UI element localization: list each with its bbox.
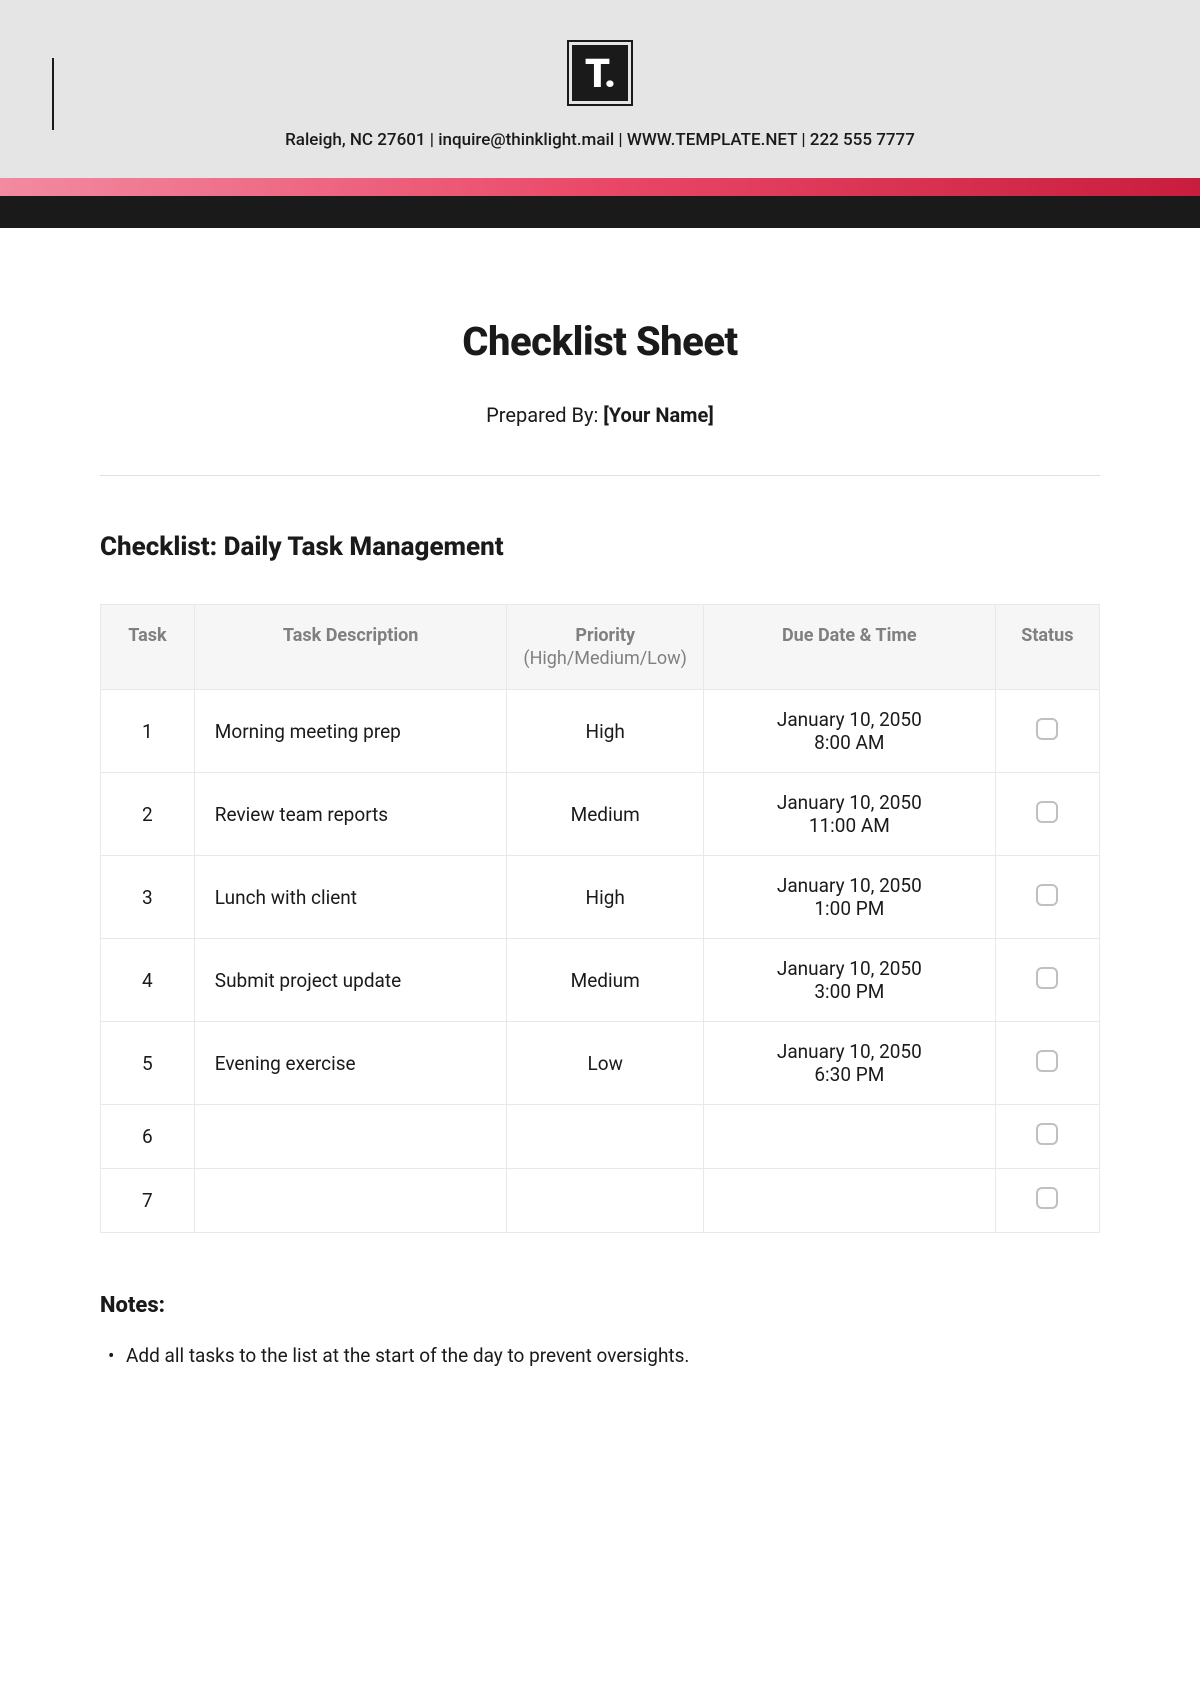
cell-task-num: 1 <box>101 690 195 773</box>
logo-wrap: T. <box>0 40 1200 106</box>
due-time: 8:00 AM <box>814 731 884 754</box>
cell-priority <box>507 1169 703 1233</box>
logo-text: T. <box>572 45 628 101</box>
contact-line: Raleigh, NC 27601 | inquire@thinklight.m… <box>0 130 1200 150</box>
decorative-side-bar <box>52 58 54 130</box>
cell-status <box>995 939 1099 1022</box>
due-time: 1:00 PM <box>814 897 884 920</box>
content: Checklist Sheet Prepared By: [Your Name]… <box>0 228 1200 1431</box>
due-date: January 10, 2050 <box>777 791 922 814</box>
col-header-task: Task <box>101 605 195 690</box>
cell-description <box>194 1105 507 1169</box>
checkbox-icon[interactable] <box>1036 967 1058 989</box>
table-row: 6 <box>101 1105 1100 1169</box>
col-header-due: Due Date & Time <box>703 605 995 690</box>
table-row: 2 Review team reports Medium January 10,… <box>101 773 1100 856</box>
cell-priority: Medium <box>507 773 703 856</box>
cell-due <box>703 1169 995 1233</box>
note-item: Add all tasks to the list at the start o… <box>108 1342 1100 1371</box>
cell-priority: High <box>507 856 703 939</box>
cell-description: Evening exercise <box>194 1022 507 1105</box>
col-header-status: Status <box>995 605 1099 690</box>
due-time: 11:00 AM <box>809 814 890 837</box>
priority-label: Priority <box>575 625 635 646</box>
notes-section: Notes: Add all tasks to the list at the … <box>100 1293 1100 1371</box>
cell-due: January 10, 20506:30 PM <box>703 1022 995 1105</box>
cell-status <box>995 856 1099 939</box>
checkbox-icon[interactable] <box>1036 1123 1058 1145</box>
cell-due: January 10, 20508:00 AM <box>703 690 995 773</box>
due-date: January 10, 2050 <box>777 1040 922 1063</box>
cell-status <box>995 1022 1099 1105</box>
cell-task-num: 6 <box>101 1105 195 1169</box>
due-date: January 10, 2050 <box>777 708 922 731</box>
prepared-by: Prepared By: [Your Name] <box>100 403 1100 427</box>
cell-priority: High <box>507 690 703 773</box>
cell-priority: Low <box>507 1022 703 1105</box>
page-title: Checklist Sheet <box>100 318 1100 365</box>
due-date: January 10, 2050 <box>777 874 922 897</box>
cell-description: Morning meeting prep <box>194 690 507 773</box>
checkbox-icon[interactable] <box>1036 1187 1058 1209</box>
accent-strip-black <box>0 196 1200 228</box>
accent-strip-pink <box>0 178 1200 196</box>
col-header-description: Task Description <box>194 605 507 690</box>
cell-description: Lunch with client <box>194 856 507 939</box>
divider <box>100 475 1100 476</box>
cell-description <box>194 1169 507 1233</box>
cell-task-num: 4 <box>101 939 195 1022</box>
cell-due <box>703 1105 995 1169</box>
checkbox-icon[interactable] <box>1036 801 1058 823</box>
cell-due: January 10, 20501:00 PM <box>703 856 995 939</box>
table-row: 1 Morning meeting prep High January 10, … <box>101 690 1100 773</box>
checkbox-icon[interactable] <box>1036 884 1058 906</box>
due-time: 3:00 PM <box>814 980 884 1003</box>
cell-status <box>995 690 1099 773</box>
cell-description: Review team reports <box>194 773 507 856</box>
cell-task-num: 2 <box>101 773 195 856</box>
table-row: 7 <box>101 1169 1100 1233</box>
cell-task-num: 3 <box>101 856 195 939</box>
cell-due: January 10, 205011:00 AM <box>703 773 995 856</box>
due-time: 6:30 PM <box>814 1063 884 1086</box>
cell-task-num: 5 <box>101 1022 195 1105</box>
cell-status <box>995 1105 1099 1169</box>
table-row: 3 Lunch with client High January 10, 205… <box>101 856 1100 939</box>
due-date: January 10, 2050 <box>777 957 922 980</box>
checklist-table: Task Task Description Priority (High/Med… <box>100 604 1100 1233</box>
cell-due: January 10, 20503:00 PM <box>703 939 995 1022</box>
section-title: Checklist: Daily Task Management <box>100 532 1100 562</box>
notes-heading: Notes: <box>100 1293 1100 1318</box>
notes-list: Add all tasks to the list at the start o… <box>100 1342 1100 1371</box>
logo: T. <box>567 40 633 106</box>
prepared-by-label: Prepared By: <box>486 403 603 427</box>
table-row: 5 Evening exercise Low January 10, 20506… <box>101 1022 1100 1105</box>
checkbox-icon[interactable] <box>1036 718 1058 740</box>
cell-status <box>995 773 1099 856</box>
cell-status <box>995 1169 1099 1233</box>
prepared-by-value: [Your Name] <box>603 403 714 427</box>
table-row: 4 Submit project update Medium January 1… <box>101 939 1100 1022</box>
cell-task-num: 7 <box>101 1169 195 1233</box>
col-header-priority: Priority (High/Medium/Low) <box>507 605 703 690</box>
checkbox-icon[interactable] <box>1036 1050 1058 1072</box>
priority-sublabel: (High/Medium/Low) <box>519 648 690 669</box>
cell-priority: Medium <box>507 939 703 1022</box>
table-header-row: Task Task Description Priority (High/Med… <box>101 605 1100 690</box>
cell-priority <box>507 1105 703 1169</box>
cell-description: Submit project update <box>194 939 507 1022</box>
header: T. Raleigh, NC 27601 | inquire@thinkligh… <box>0 0 1200 228</box>
